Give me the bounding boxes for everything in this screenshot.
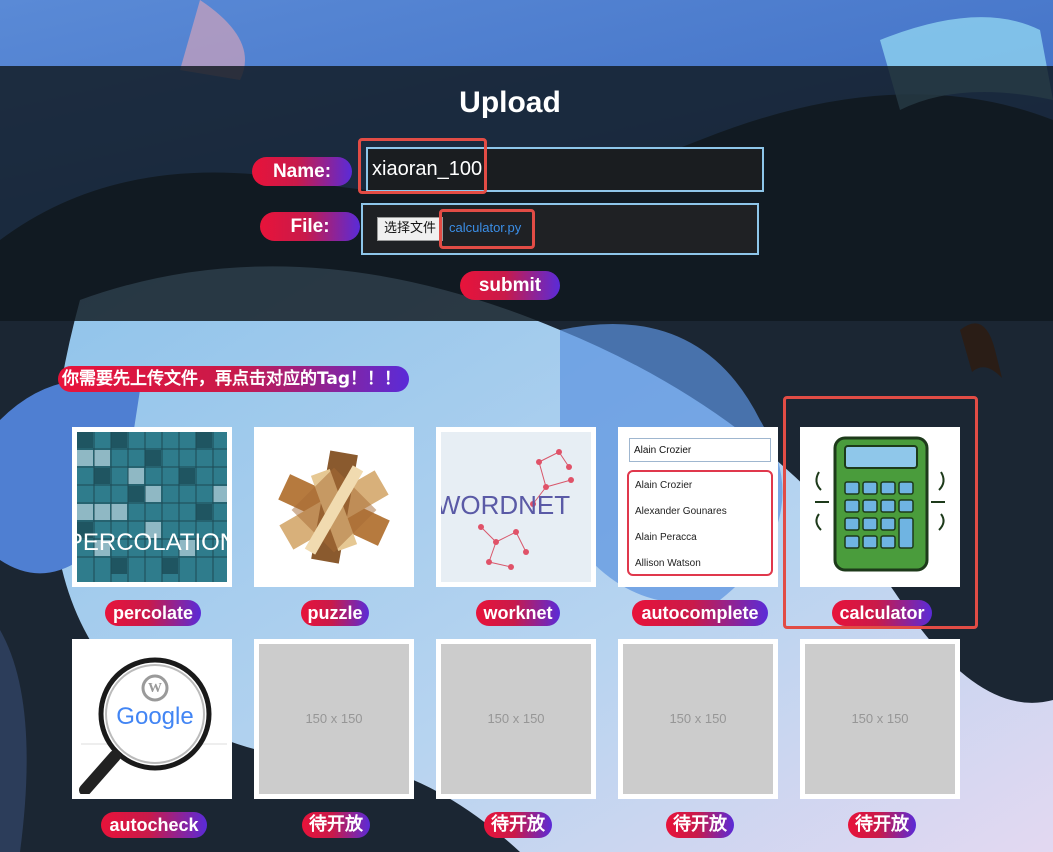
tag-pending[interactable]: 待开放 <box>848 812 916 838</box>
chosen-file-name: calculator.py <box>449 220 522 235</box>
placeholder-thumbnail: 150 x 150 <box>436 639 596 799</box>
wordnet-image: WORDNET <box>441 432 591 582</box>
submit-button[interactable]: submit <box>460 271 560 300</box>
placeholder-image: 150 x 150 <box>805 644 955 794</box>
file-label: File: <box>260 212 360 241</box>
name-input[interactable]: xiaoran_100 <box>366 147 764 192</box>
tag-pending[interactable]: 待开放 <box>666 812 734 838</box>
placeholder-thumbnail: 150 x 150 <box>254 639 414 799</box>
calculator-thumbnail <box>800 427 960 587</box>
file-input[interactable]: 选择文件 calculator.py <box>361 203 759 255</box>
placeholder-image: 150 x 150 <box>623 644 773 794</box>
placeholder-thumbnail: 150 x 150 <box>800 639 960 799</box>
autocomplete-sample-list: Alain Crozier Alexander Gounares Alain P… <box>627 470 773 576</box>
choose-file-button[interactable]: 选择文件 <box>377 217 444 241</box>
autocomplete-sample-input: Alain Crozier <box>629 438 771 462</box>
autocheck-thumbnail: W Google <box>72 639 232 799</box>
tag-worknet[interactable]: worknet <box>476 600 560 626</box>
tag-autocheck[interactable]: autocheck <box>101 812 207 838</box>
placeholder-image: 150 x 150 <box>259 644 409 794</box>
tag-percolate[interactable]: percolate <box>105 600 201 626</box>
suggestion-item: Alain Peracca <box>635 532 697 543</box>
tag-pending[interactable]: 待开放 <box>302 812 370 838</box>
puzzle-thumbnail <box>254 427 414 587</box>
percolation-image: PERCOLATION <box>77 432 227 582</box>
tag-calculator[interactable]: calculator <box>832 600 932 626</box>
tag-autocomplete[interactable]: autocomplete <box>632 600 768 626</box>
tag-pending[interactable]: 待开放 <box>484 812 552 838</box>
page-title: Upload <box>459 86 561 119</box>
wordnet-text: WORDNET <box>441 490 570 520</box>
percolate-thumbnail: PERCOLATION <box>72 427 232 587</box>
calculator-image <box>805 432 955 582</box>
autocomplete-thumbnail: Alain Crozier Alain Crozier Alexander Go… <box>618 427 778 587</box>
svg-text:W: W <box>148 681 162 696</box>
placeholder-thumbnail: 150 x 150 <box>618 639 778 799</box>
placeholder-image: 150 x 150 <box>441 644 591 794</box>
suggestion-item: Alain Crozier <box>635 480 693 491</box>
upload-notice: 你需要先上传文件，再点击对应的Tag！！！ <box>58 366 410 392</box>
name-label: Name: <box>252 157 352 186</box>
suggestion-item: Allison Watson <box>635 558 701 569</box>
google-text: Google <box>116 703 193 730</box>
percolation-text: PERCOLATION <box>77 529 227 556</box>
wooden-puzzle-image <box>259 432 409 582</box>
tag-puzzle[interactable]: puzzle <box>301 600 369 626</box>
google-magnifier-image: W Google <box>77 644 227 794</box>
worknet-thumbnail: WORDNET <box>436 427 596 587</box>
suggestion-item: Alexander Gounares <box>635 506 727 517</box>
